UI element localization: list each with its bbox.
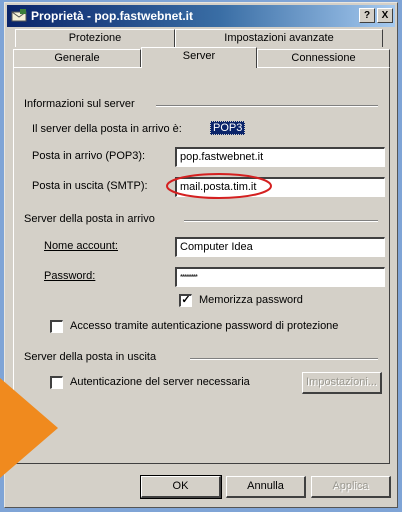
- server-auth-label: Autenticazione del server necessaria: [70, 376, 250, 388]
- title-bar: Proprietà - pop.fastwebnet.it ? X: [7, 5, 395, 27]
- outgoing-server-section-title: Server della posta in uscita: [24, 351, 157, 363]
- remember-password-checkbox[interactable]: ✓: [179, 294, 192, 307]
- incoming-server-section-title: Server della posta in arrivo: [24, 213, 155, 225]
- incoming-server-type-label: Il server della posta in arrivo è:: [32, 123, 182, 135]
- account-name-field[interactable]: Computer Idea: [175, 237, 385, 257]
- cancel-button[interactable]: Annulla: [226, 476, 306, 498]
- tab-impostazioni-avanzate[interactable]: Impostazioni avanzate: [175, 29, 383, 47]
- close-button[interactable]: X: [377, 8, 393, 23]
- password-label: Password:: [44, 270, 96, 282]
- section-divider: [184, 220, 378, 222]
- red-highlight-circle: [166, 173, 272, 199]
- tab-server[interactable]: Server: [141, 47, 257, 68]
- tab-connessione[interactable]: Connessione: [257, 49, 390, 67]
- spa-label: Accesso tramite autenticazione password …: [70, 320, 339, 332]
- incoming-server-label: Posta in arrivo (POP3):: [32, 150, 146, 162]
- server-info-section-title: Informazioni sul server: [24, 98, 135, 110]
- section-divider: [190, 358, 378, 360]
- section-divider: [156, 105, 378, 107]
- window-title: Proprietà - pop.fastwebnet.it: [31, 9, 194, 23]
- incoming-server-field[interactable]: pop.fastwebnet.it: [175, 147, 385, 167]
- account-name-label: Nome account:: [44, 240, 118, 252]
- outgoing-settings-button[interactable]: Impostazioni...: [302, 372, 382, 394]
- remember-password-label: Memorizza password: [199, 294, 303, 306]
- help-button[interactable]: ?: [359, 8, 375, 23]
- password-field[interactable]: ********: [175, 267, 385, 287]
- checkmark-icon: ✓: [181, 294, 191, 306]
- spa-checkbox[interactable]: [50, 320, 63, 333]
- ok-button[interactable]: OK: [140, 475, 222, 499]
- apply-button[interactable]: Applica: [311, 476, 391, 498]
- server-tab-panel: Informazioni sul server Il server della …: [13, 67, 390, 464]
- orange-arrow-decoration: [0, 378, 58, 478]
- outgoing-server-label: Posta in uscita (SMTP):: [32, 180, 148, 192]
- incoming-server-type-value: POP3: [210, 121, 246, 135]
- tab-generale[interactable]: Generale: [13, 49, 141, 67]
- tab-protezione[interactable]: Protezione: [15, 29, 175, 47]
- mail-account-icon: [11, 9, 27, 22]
